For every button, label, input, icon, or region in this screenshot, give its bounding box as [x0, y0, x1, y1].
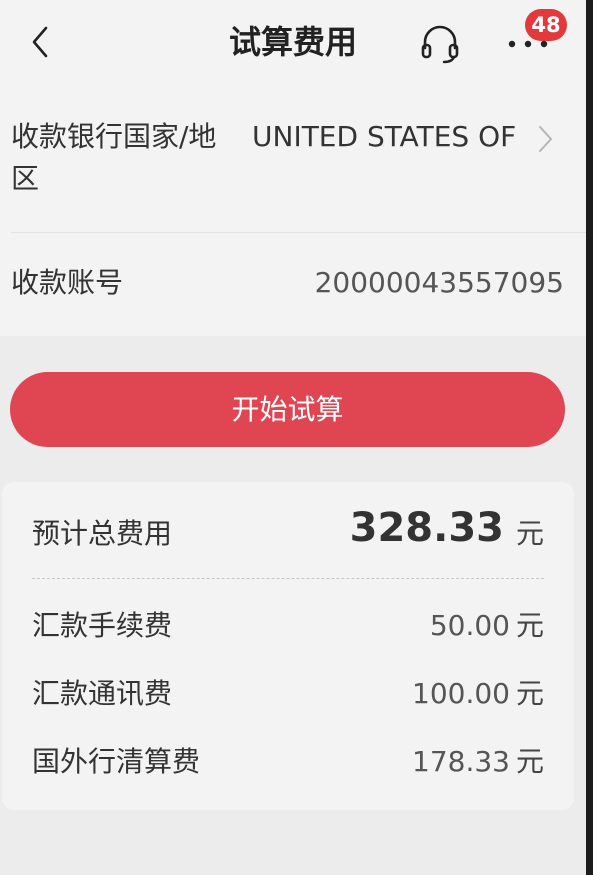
- country-region-row[interactable]: 收款银行国家/地区 UNITED STATES OF: [0, 84, 586, 232]
- notification-badge: 48: [525, 9, 567, 41]
- dashed-divider: [32, 578, 544, 579]
- chevron-right-icon: [539, 126, 552, 152]
- fee-label: 汇款通讯费: [32, 677, 173, 710]
- fee-result-card: 预计总费用 328.33 元 汇款手续费 50.00 元 汇款通讯费 100.00…: [2, 482, 574, 810]
- total-fee-label: 预计总费用: [32, 517, 173, 550]
- fee-amount: 50.00 元: [430, 604, 544, 648]
- fee-unit: 元: [515, 609, 544, 642]
- total-fee-unit: 元: [515, 517, 544, 550]
- fee-amount: 178.33 元: [412, 740, 544, 784]
- country-region-label: 收款银行国家/地区: [11, 120, 217, 195]
- account-number-value: 20000043557095: [314, 266, 564, 299]
- fee-row-handling: 汇款手续费 50.00 元: [2, 604, 574, 648]
- fee-label: 国外行清算费: [32, 745, 201, 778]
- country-region-value: UNITED STATES OF: [252, 120, 517, 153]
- fee-amount: 100.00 元: [412, 672, 544, 716]
- fee-unit: 元: [515, 677, 544, 710]
- fee-unit: 元: [515, 745, 544, 778]
- fee-value: 50.00: [429, 609, 510, 642]
- customer-service-button[interactable]: [418, 22, 462, 64]
- total-fee-amount: 328.33: [349, 505, 504, 551]
- fee-value: 100.00: [412, 677, 510, 710]
- fee-label: 汇款手续费: [32, 609, 173, 642]
- account-number-label: 收款账号: [11, 266, 124, 299]
- headset-icon: [421, 25, 459, 64]
- payee-info-card: 收款银行国家/地区 UNITED STATES OF 收款账号 20000043…: [0, 84, 586, 336]
- account-number-row: 收款账号 20000043557095: [0, 233, 586, 336]
- top-nav-bar: 试算费用 48: [0, 0, 586, 84]
- fee-value: 178.33: [412, 745, 510, 778]
- start-calculation-button[interactable]: 开始试算: [10, 372, 565, 447]
- screen-edge: [586, 0, 593, 875]
- fee-estimate-page: 试算费用 48 收款银行国家/地区 UNITED STATES OF 收款账号 …: [0, 0, 593, 875]
- fee-row-clearing: 国外行清算费 178.33 元: [2, 740, 574, 784]
- page-title: 试算费用: [228, 23, 357, 61]
- fee-row-telecom: 汇款通讯费 100.00 元: [2, 672, 574, 716]
